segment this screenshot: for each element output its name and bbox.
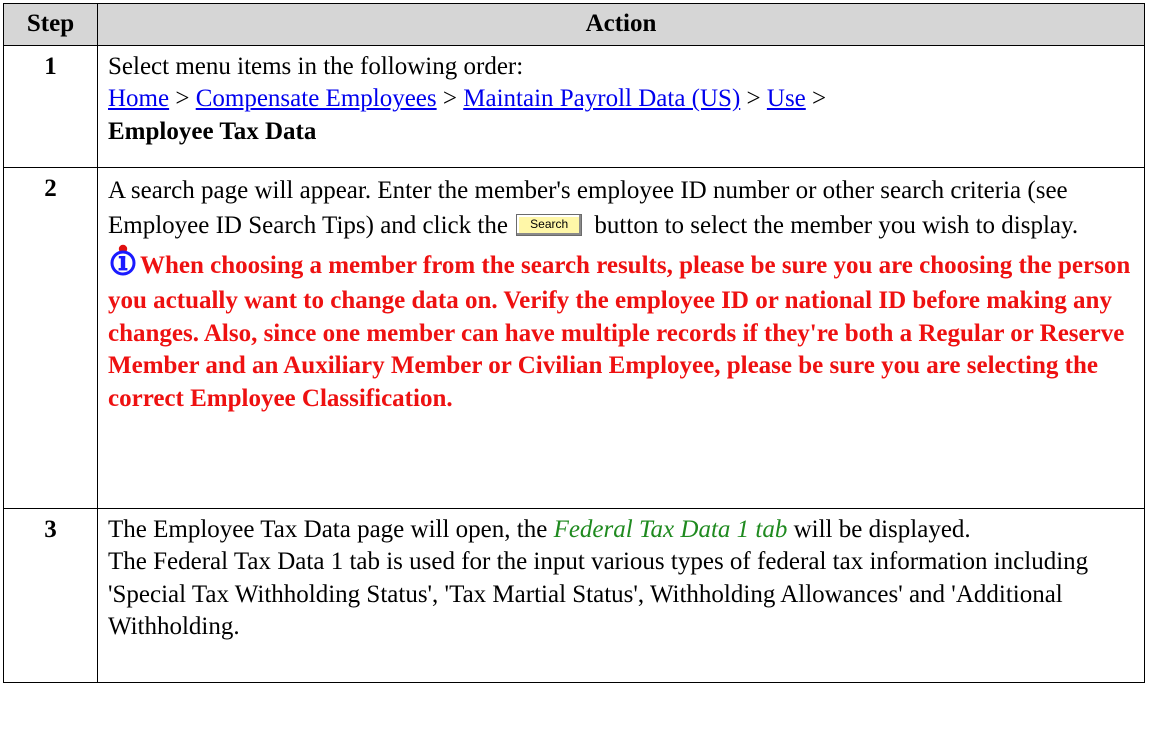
step-intro: Select menu items in the following order… (108, 52, 524, 80)
path-separator-trailing: > (805, 85, 827, 112)
warning-text: When choosing a member from the search r… (108, 251, 1131, 412)
table-header-row: Step Action (3, 3, 1145, 46)
search-button-image: Search (516, 214, 583, 236)
menu-link-compensate-employees[interactable]: Compensate Employees (196, 85, 437, 112)
step-3-description: The Federal Tax Data 1 tab is used for t… (108, 548, 1089, 640)
step-row-3: 3 The Employee Tax Data page will open, … (3, 507, 1145, 683)
info-icon (108, 244, 138, 286)
path-separator: > (169, 85, 196, 112)
step-number: 3 (3, 507, 98, 683)
menu-link-home[interactable]: Home (108, 85, 169, 112)
step-number: 1 (3, 44, 98, 168)
warning-note: When choosing a member from the search r… (108, 244, 1134, 416)
step-3-text-a: The Employee Tax Data page will open, th… (108, 515, 548, 543)
search-instructions: A search page will appear. Enter the mem… (108, 173, 1134, 244)
menu-path: Home > Compensate Employees > Maintain P… (108, 83, 1134, 116)
step-number: 2 (3, 166, 98, 509)
column-header-step: Step (3, 3, 98, 46)
search-instructions-text-end: button to select the member you wish to … (594, 212, 1079, 239)
federal-tax-tab-reference: Federal Tax Data 1 tab (553, 515, 788, 543)
step-action: The Employee Tax Data page will open, th… (97, 507, 1145, 683)
step-3-text-b: will be displayed. (793, 515, 971, 543)
path-separator: > (436, 85, 464, 112)
path-separator: > (740, 85, 767, 112)
step-action: Select menu items in the following order… (97, 44, 1145, 168)
menu-target: Employee Tax Data (108, 117, 317, 145)
menu-link-maintain-payroll-data[interactable]: Maintain Payroll Data (US) (463, 85, 740, 112)
procedure-table: Step Action 1 Select menu items in the f… (3, 3, 1145, 683)
menu-link-use[interactable]: Use (767, 85, 806, 112)
step-row-2: 2 A search page will appear. Enter the m… (3, 166, 1145, 509)
column-header-action: Action (97, 3, 1145, 46)
step-row-1: 1 Select menu items in the following ord… (3, 44, 1145, 168)
step-3-intro: The Employee Tax Data page will open, th… (108, 514, 1134, 547)
step-action: A search page will appear. Enter the mem… (97, 166, 1145, 509)
